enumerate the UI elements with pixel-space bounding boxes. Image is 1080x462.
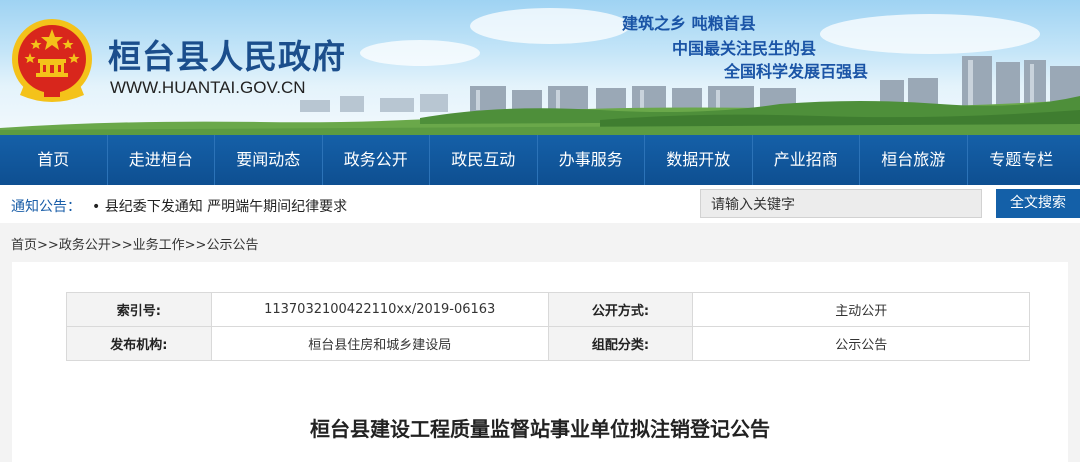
- meta-org-value: 桓台县住房和城乡建设局: [210, 326, 549, 361]
- nav-item-tourism[interactable]: 桓台旅游: [860, 135, 968, 185]
- fulltext-search-button[interactable]: 全文搜索: [996, 189, 1080, 218]
- meta-open-label: 公开方式:: [547, 292, 694, 327]
- slogan-line-3: 全国科学发展百强县: [724, 62, 869, 81]
- notice-bar: 通知公告： • 县纪委下发通知 严明端午期间纪律要求 全文搜索: [0, 185, 1080, 223]
- breadcrumb-gov-disclosure[interactable]: 政务公开: [59, 238, 111, 253]
- national-emblem-logo: [12, 19, 92, 102]
- meta-open-value: 主动公开: [692, 292, 1030, 327]
- site-banner: 桓台县人民政府 WWW.HUANTAI.GOV.CN 建筑之乡 吨粮首县 中国最…: [0, 0, 1080, 135]
- meta-category-label: 组配分类:: [547, 326, 694, 361]
- document-title: 桓台县建设工程质量监督站事业单位拟注销登记公告: [310, 417, 770, 441]
- slogan-line-1: 建筑之乡 吨粮首县: [622, 14, 756, 33]
- nav-item-open-data[interactable]: 数据开放: [645, 135, 753, 185]
- meta-index-label: 索引号:: [66, 292, 212, 327]
- site-title: 桓台县人民政府: [108, 37, 346, 76]
- breadcrumb-home[interactable]: 首页: [11, 238, 37, 253]
- breadcrumb-separator: >>: [110, 238, 133, 253]
- nav-item-home[interactable]: 首页: [0, 135, 108, 185]
- nav-item-gov-disclosure[interactable]: 政务公开: [323, 135, 430, 185]
- nav-item-special-topics[interactable]: 专题专栏: [968, 135, 1076, 185]
- breadcrumb-separator: >>: [184, 238, 207, 253]
- document-meta-table: 索引号: 1137032100422110xx/2019-06163 公开方式:…: [66, 292, 1030, 361]
- site-url: WWW.HUANTAI.GOV.CN: [110, 78, 306, 97]
- nav-item-services[interactable]: 办事服务: [538, 135, 645, 185]
- nav-item-about-huantai[interactable]: 走进桓台: [108, 135, 215, 185]
- table-row: 发布机构: 桓台县住房和城乡建设局 组配分类: 公示公告: [66, 326, 1030, 361]
- notice-label: 通知公告：: [11, 199, 81, 215]
- nav-item-interaction[interactable]: 政民互动: [430, 135, 538, 185]
- meta-org-label: 发布机构:: [66, 326, 212, 361]
- search-input[interactable]: [700, 189, 982, 218]
- breadcrumb-separator: >>: [37, 238, 59, 253]
- main-nav: 首页 走进桓台 要闻动态 政务公开 政民互动 办事服务 数据开放 产业招商 桓台…: [0, 135, 1080, 185]
- breadcrumb-announcements[interactable]: 公示公告: [206, 238, 258, 253]
- breadcrumb: 首页>>政务公开>>业务工作>>公示公告: [11, 234, 258, 253]
- meta-category-value: 公示公告: [692, 326, 1030, 361]
- breadcrumb-business-work[interactable]: 业务工作: [133, 238, 185, 253]
- slogan-line-2: 中国最关注民生的县: [672, 39, 817, 58]
- nav-item-news[interactable]: 要闻动态: [215, 135, 323, 185]
- meta-index-value: 1137032100422110xx/2019-06163: [210, 292, 549, 327]
- table-row: 索引号: 1137032100422110xx/2019-06163 公开方式:…: [66, 292, 1030, 327]
- notice-link[interactable]: • 县纪委下发通知 严明端午期间纪律要求: [92, 196, 347, 216]
- nav-item-investment[interactable]: 产业招商: [753, 135, 860, 185]
